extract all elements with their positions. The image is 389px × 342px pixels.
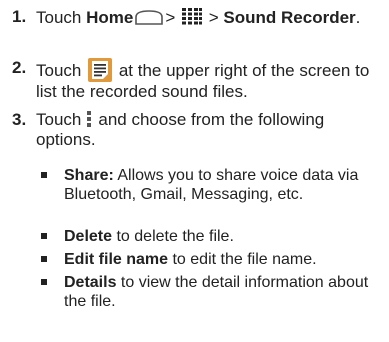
list-item: Share: Allows you to share voice data vi… xyxy=(0,166,389,223)
option-text: Details to view the detail information a… xyxy=(64,273,382,311)
option-label: Delete xyxy=(64,228,113,245)
list-item: Details to view the detail information a… xyxy=(0,273,389,311)
option-description: to delete the file. xyxy=(116,228,234,245)
period: . xyxy=(355,8,361,27)
step-number: 1. xyxy=(12,7,27,26)
home-icon xyxy=(135,10,164,25)
bullet-marker xyxy=(41,279,47,285)
option-label: Share: xyxy=(64,167,114,184)
separator: > xyxy=(165,8,176,27)
touch-word: Touch xyxy=(36,8,82,27)
step-2-text: Touch at the upper right of the screen t… xyxy=(36,58,381,102)
list-item: Edit file name to edit the file name. xyxy=(0,250,389,269)
option-text: Delete to delete the file. xyxy=(64,227,382,246)
overflow-menu-icon xyxy=(87,111,92,127)
step-3-text: Touch and choose from the following opti… xyxy=(36,110,381,150)
separator: > xyxy=(208,8,219,27)
step-1: 1. Touch Home > > Sound Recorder. xyxy=(0,7,389,49)
option-label: Details xyxy=(64,274,117,291)
touch-word: Touch xyxy=(36,61,82,80)
home-label: Home xyxy=(86,8,134,27)
option-text: Edit file name to edit the file name. xyxy=(64,250,382,269)
bullet-marker xyxy=(41,172,47,178)
step-number: 2. xyxy=(12,58,27,77)
step-1-text: Touch Home > > Sound Recorder. xyxy=(36,7,381,28)
option-text: Share: Allows you to share voice data vi… xyxy=(64,166,382,204)
bullet-marker xyxy=(41,256,47,262)
step-2: 2. Touch at the upper right of the scree… xyxy=(0,58,389,102)
step-2-description: at the upper right of the screen to list… xyxy=(36,61,370,101)
step-number: 3. xyxy=(12,110,27,129)
option-description: to edit the file name. xyxy=(172,251,317,268)
bullet-marker xyxy=(41,233,47,239)
app-name: Sound Recorder xyxy=(223,8,356,27)
list-item: Delete to delete the file. xyxy=(0,227,389,246)
option-label: Edit file name xyxy=(64,251,169,268)
instruction-page: 1. Touch Home > > Sound Recorder. 2. Touc… xyxy=(0,0,389,342)
file-list-icon xyxy=(88,58,113,82)
app-grid-icon xyxy=(182,8,203,25)
step-3: 3. Touch and choose from the following o… xyxy=(0,110,389,152)
touch-word: Touch xyxy=(36,110,82,129)
